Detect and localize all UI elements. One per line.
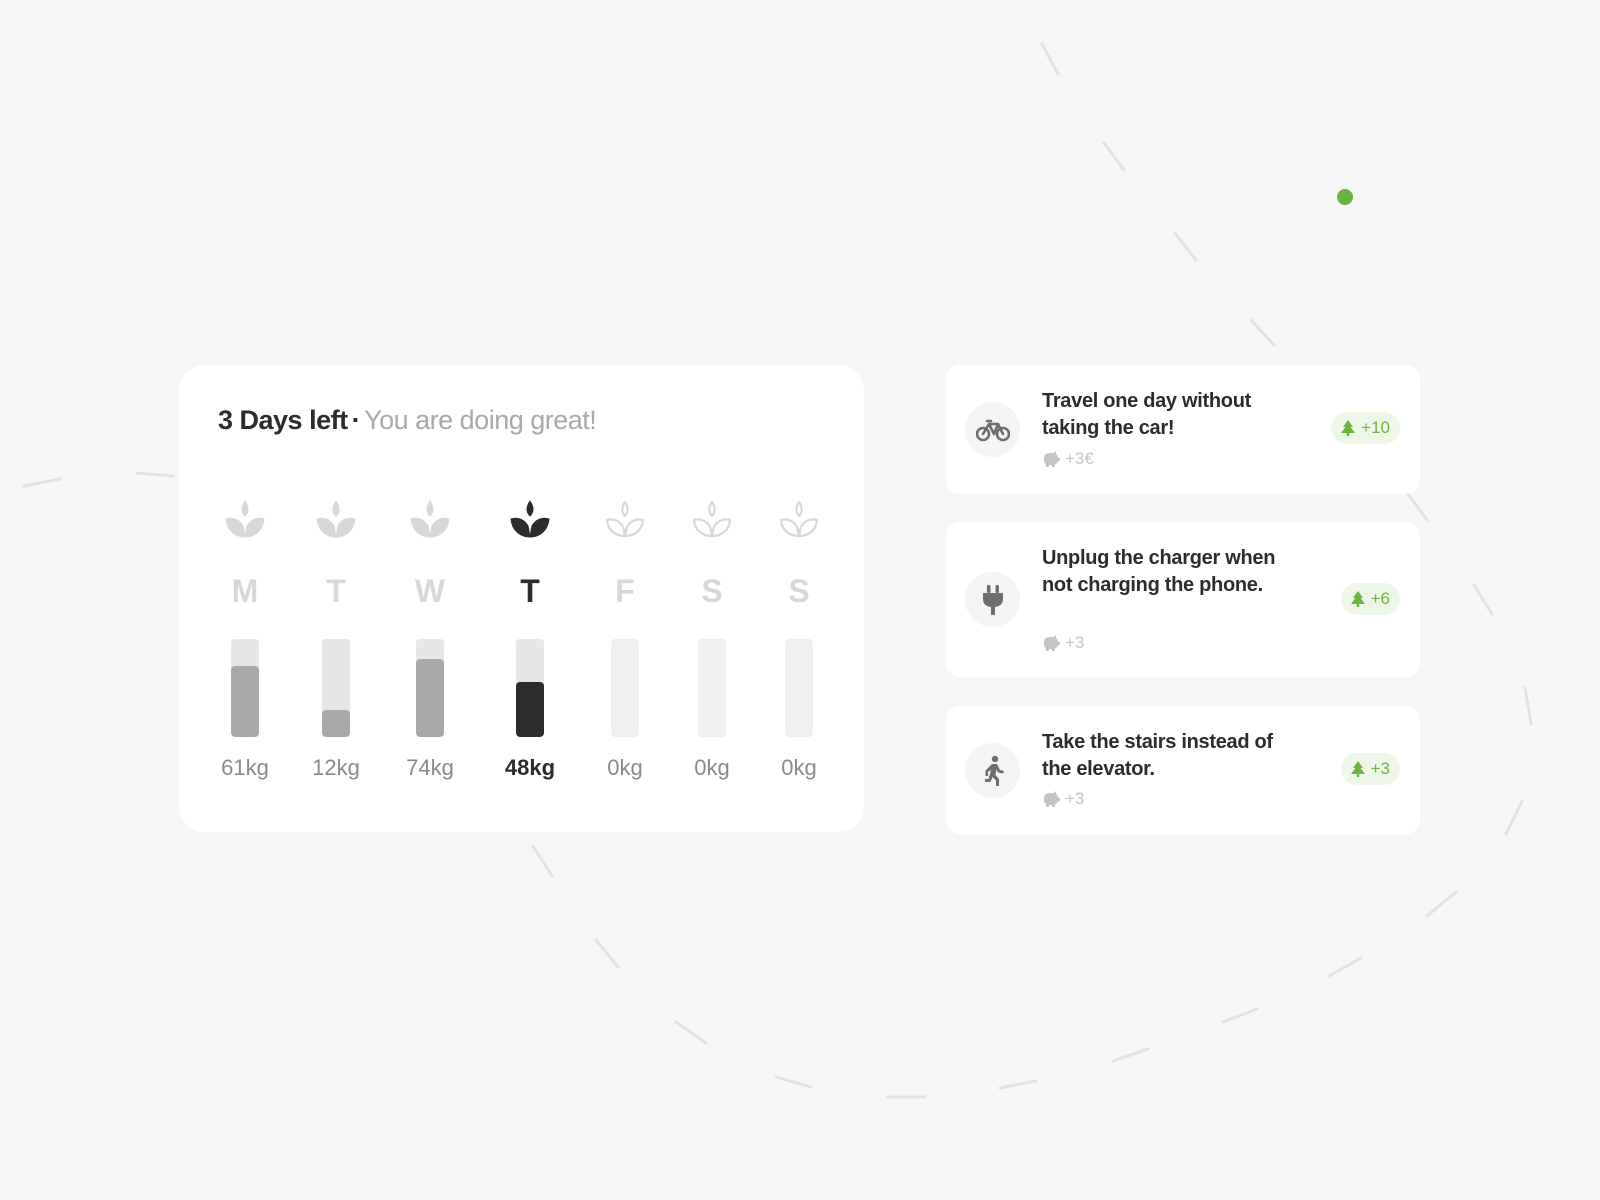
emission-bar-fill xyxy=(416,659,444,737)
emission-bar-fill xyxy=(231,666,259,737)
coin-reward-value: +3 xyxy=(1065,789,1085,808)
plant-icon xyxy=(691,499,733,541)
emission-value: 74kg xyxy=(406,755,454,780)
coin-reward-value: +3 xyxy=(1065,633,1085,652)
points-badge: +6 xyxy=(1340,583,1400,615)
task-card[interactable]: Unplug the charger when not charging the… xyxy=(946,522,1420,677)
piggy-bank-icon xyxy=(1044,791,1060,807)
day-letter: S xyxy=(788,573,810,609)
emission-bar xyxy=(516,639,544,737)
week-days: M 61kg T 12kg W 74kg T 48kg F 0kg S 0kg S 0kg xyxy=(179,365,864,832)
coin-reward: +3 xyxy=(1042,633,1084,653)
day-letter: F xyxy=(615,573,635,609)
plant-icon xyxy=(224,499,266,541)
status-dot xyxy=(1337,189,1353,205)
emission-bar-fill xyxy=(322,710,350,737)
tree-icon xyxy=(1350,591,1365,607)
task-title: Unplug the charger when not charging the… xyxy=(1042,547,1276,596)
plant-icon xyxy=(604,499,646,541)
emission-value: 0kg xyxy=(694,755,730,780)
day-column[interactable]: S 0kg xyxy=(672,365,752,832)
emission-bar xyxy=(322,639,350,737)
emission-bar xyxy=(698,639,726,737)
coin-reward: +3 xyxy=(1042,789,1084,809)
emission-bar xyxy=(611,639,639,737)
emission-value: 61kg xyxy=(221,755,269,780)
weekly-progress-card: 3 Days left · You are doing great! M 61kg T 1… xyxy=(179,365,864,832)
stairs-runner-icon xyxy=(965,743,1020,798)
plant-icon xyxy=(778,499,820,541)
plant-icon xyxy=(509,499,551,541)
points-value: +6 xyxy=(1370,589,1390,608)
emission-bar-fill xyxy=(516,682,544,737)
points-badge: +10 xyxy=(1331,412,1400,444)
tree-icon xyxy=(1341,420,1356,436)
emission-value: 48kg xyxy=(504,755,556,780)
day-column[interactable]: S 0kg xyxy=(759,365,839,832)
coin-reward: +3€ xyxy=(1042,449,1094,469)
piggy-bank-icon xyxy=(1044,635,1060,651)
piggy-bank-icon xyxy=(1044,451,1060,467)
day-column[interactable]: W 74kg xyxy=(390,365,470,832)
points-value: +10 xyxy=(1361,418,1390,437)
task-card[interactable]: Take the stairs instead of the elevator.… xyxy=(946,706,1420,834)
day-column[interactable]: T 12kg xyxy=(296,365,376,832)
bicycle-icon xyxy=(965,402,1020,457)
day-letter: M xyxy=(231,573,259,609)
day-letter: S xyxy=(701,573,723,609)
emission-value: 12kg xyxy=(312,755,360,780)
day-column[interactable]: T 48kg xyxy=(490,365,570,832)
plant-icon xyxy=(315,499,357,541)
emission-value: 0kg xyxy=(781,755,817,780)
day-column[interactable]: M 61kg xyxy=(205,365,285,832)
task-card[interactable]: Travel one day without taking the car! +… xyxy=(946,365,1420,494)
plant-icon xyxy=(409,499,451,541)
day-letter: T xyxy=(326,573,346,609)
day-column[interactable]: F 0kg xyxy=(585,365,665,832)
plug-icon xyxy=(965,572,1020,627)
day-letter: W xyxy=(414,573,446,609)
points-badge: +3 xyxy=(1340,753,1400,785)
app-stage: 3 Days left · You are doing great! M 61kg T 1… xyxy=(0,0,1600,1200)
emission-bar xyxy=(231,639,259,737)
task-title: Travel one day without taking the car! xyxy=(1042,390,1251,439)
day-letter: T xyxy=(520,573,540,609)
emission-bar xyxy=(785,639,813,737)
points-value: +3 xyxy=(1370,759,1390,778)
coin-reward-value: +3€ xyxy=(1065,449,1094,468)
tree-icon xyxy=(1350,761,1365,777)
emission-value: 0kg xyxy=(607,755,643,780)
task-title: Take the stairs instead of the elevator. xyxy=(1042,731,1273,780)
emission-bar xyxy=(416,639,444,737)
